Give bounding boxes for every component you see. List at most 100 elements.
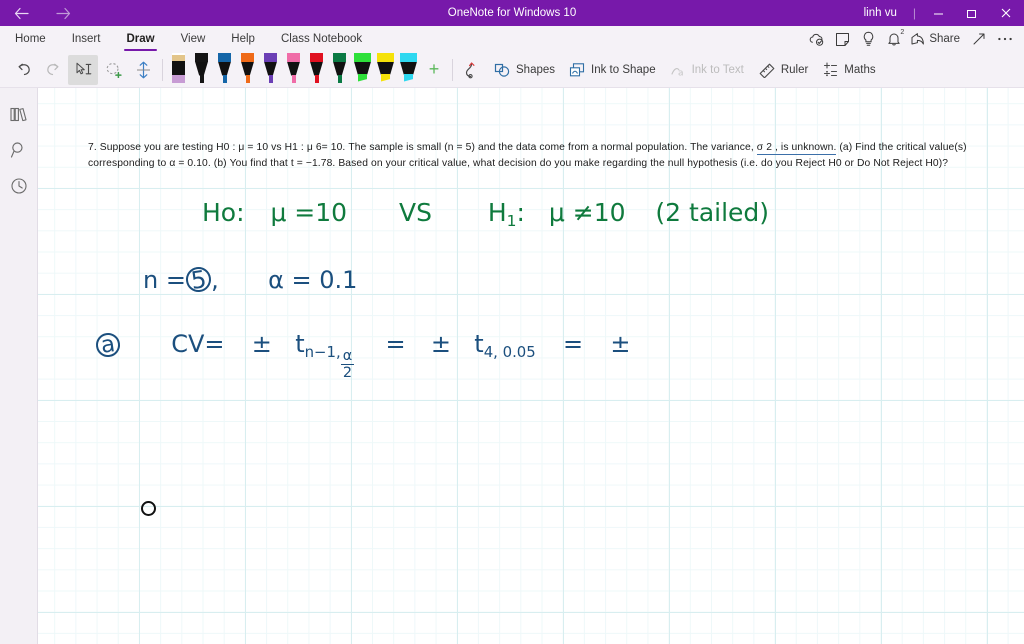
ink-replay-icon[interactable] <box>457 55 487 85</box>
pen-red[interactable] <box>305 52 328 88</box>
close-button[interactable] <box>988 0 1024 26</box>
ink-to-shape-icon <box>569 62 585 76</box>
notification-badge: 2 <box>900 29 905 36</box>
toolbar-divider <box>162 58 163 81</box>
ruler-button[interactable]: Ruler <box>751 55 815 85</box>
ink-t-statistic-2: t <box>474 330 484 358</box>
note-canvas[interactable]: 7. Suppose you are testing H0 : μ = 10 v… <box>38 88 1024 644</box>
highlighter-green[interactable] <box>351 52 374 88</box>
sticky-note-icon[interactable] <box>829 27 855 51</box>
ink-critical-value-line: a CV= ± tn−1, α 2 = ± t4, 0.05 = ± <box>94 330 631 382</box>
ink-two-tailed: (2 tailed) <box>655 198 770 227</box>
draw-toolbar: + Shapes Ink to Shape a Ink to Text Rule… <box>0 52 1024 88</box>
lasso-select-tool[interactable] <box>98 55 128 85</box>
svg-text:a: a <box>678 68 684 78</box>
maths-label: Maths <box>844 63 876 76</box>
ink-sample-line: n = 5, α = 0.1 <box>143 265 358 295</box>
add-pen-button[interactable]: + <box>420 55 448 85</box>
back-arrow-icon[interactable] <box>0 0 42 26</box>
problem-text-underlined: σ 2 , is unknown. <box>756 142 837 155</box>
ink-h0: Ho: <box>202 198 245 227</box>
tab-view[interactable]: View <box>177 26 210 52</box>
ink-fraction-numerator: α <box>340 347 355 366</box>
problem-statement: 7. Suppose you are testing H0 : μ = 10 v… <box>88 140 1018 172</box>
ink-vs: VS <box>398 198 432 227</box>
maximize-button[interactable] <box>955 0 988 26</box>
ink-to-shape-label: Ink to Shape <box>591 63 656 76</box>
ink-to-text-icon: a <box>671 67 684 78</box>
problem-text-part2: (a) Find the critical value(s) <box>836 142 967 153</box>
ink-plusminus-2: ± <box>430 330 451 358</box>
ruler-label: Ruler <box>780 63 809 76</box>
sync-cloud-icon[interactable] <box>803 27 829 51</box>
toolbar-divider-2 <box>452 58 453 81</box>
tab-class-notebook[interactable]: Class Notebook <box>277 26 366 52</box>
ink-equals-2: = <box>563 330 584 358</box>
share-button[interactable]: Share <box>907 27 966 51</box>
recent-notes-icon[interactable] <box>0 168 38 204</box>
undo-icon[interactable] <box>8 55 38 85</box>
ink-part-a-label: a <box>94 331 122 359</box>
pen-pink[interactable] <box>282 52 305 88</box>
minimize-button[interactable] <box>922 0 955 26</box>
ink-equals-1: = <box>385 330 406 358</box>
pen-pencil[interactable] <box>167 52 190 88</box>
tab-insert[interactable]: Insert <box>68 26 105 52</box>
shapes-icon <box>494 63 510 77</box>
titlebar-right: linh vu | <box>854 0 1024 26</box>
ink-fraction-denominator: 2 <box>342 365 353 382</box>
ink-n-value-circled: 5 <box>184 265 213 295</box>
redo-icon[interactable] <box>38 55 68 85</box>
ink-t1-subscript: n−1, <box>304 342 341 361</box>
tab-help[interactable]: Help <box>227 26 259 52</box>
ink-to-text-label: Ink to Text <box>691 63 744 76</box>
notebooks-icon[interactable] <box>0 96 38 132</box>
title-bar: OneNote for Windows 10 linh vu | <box>0 0 1024 26</box>
pen-black[interactable] <box>190 52 213 88</box>
notifications-bell-icon[interactable]: 2 <box>881 27 907 51</box>
ink-to-shape-button[interactable]: Ink to Shape <box>562 55 663 85</box>
ink-h0-expression: μ =10 <box>270 198 348 227</box>
account-name[interactable]: linh vu <box>854 7 907 19</box>
ink-h1: H <box>487 198 507 227</box>
select-and-type-tool[interactable] <box>68 54 98 85</box>
ink-to-text-button[interactable]: a Ink to Text <box>663 55 751 85</box>
ink-h1-subscript: 1 <box>506 211 517 230</box>
insert-space-tool[interactable] <box>128 55 158 85</box>
highlighter-yellow[interactable] <box>374 52 397 88</box>
forward-arrow-icon[interactable] <box>42 0 84 26</box>
problem-text-line2: corresponding to α = 0.10. (b) You find … <box>88 157 949 169</box>
share-icon <box>911 33 925 45</box>
pen-purple[interactable] <box>259 52 282 88</box>
pen-cursor-circle <box>141 501 156 516</box>
search-icon[interactable] <box>0 132 38 168</box>
pen-blue[interactable] <box>213 52 236 88</box>
ink-h1-colon: : <box>516 198 525 227</box>
lightbulb-icon[interactable] <box>855 27 881 51</box>
ruler-icon <box>759 63 775 78</box>
expand-diagonal-icon[interactable] <box>966 27 992 51</box>
ink-cv-label: CV= <box>171 330 225 358</box>
ribbon-right-tools: 2 Share <box>803 27 1024 51</box>
ink-t2-subscript: 4, 0.05 <box>483 342 536 361</box>
onenote-window: OneNote for Windows 10 linh vu | Home In… <box>0 0 1024 644</box>
tab-draw[interactable]: Draw <box>122 26 158 52</box>
pen-green[interactable] <box>328 52 351 88</box>
highlighter-cyan[interactable] <box>397 52 420 88</box>
shapes-label: Shapes <box>516 63 556 76</box>
pen-orange[interactable] <box>236 52 259 88</box>
ink-h1-expression: μ ≠10 <box>548 198 626 227</box>
ink-n-label: n = <box>143 266 186 294</box>
more-ellipsis-icon[interactable] <box>992 27 1018 51</box>
maths-button[interactable]: Maths <box>815 55 882 85</box>
left-navigation-rail <box>0 88 38 644</box>
shapes-button[interactable]: Shapes <box>487 55 562 85</box>
ink-alpha-value: α = 0.1 <box>268 266 358 294</box>
tab-home[interactable]: Home <box>11 26 50 52</box>
problem-text-part1: 7. Suppose you are testing H0 : μ = 10 v… <box>88 142 757 153</box>
maths-icon <box>824 62 838 77</box>
ink-plusminus-3: ± <box>610 330 631 358</box>
ink-alpha-over-two: α2 <box>340 347 355 382</box>
ink-hypothesis-line: Ho: μ =10 VS H1: μ ≠10 (2 tailed) <box>202 198 769 230</box>
ink-t-statistic-1: t <box>295 330 305 358</box>
